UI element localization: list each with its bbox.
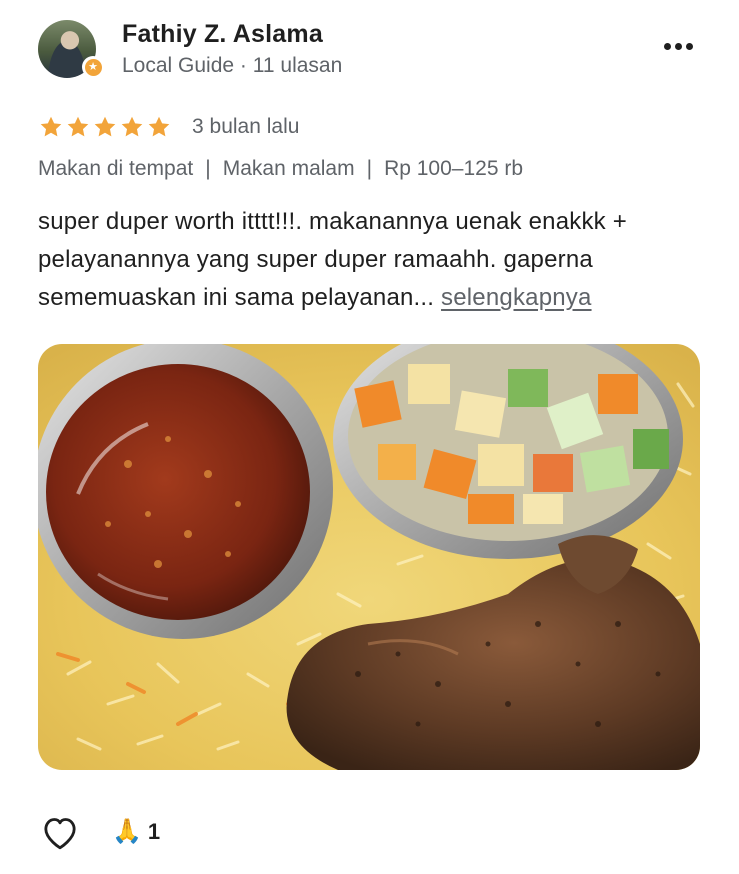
reviewer-meta: Local Guide · 11 ulasan bbox=[122, 54, 342, 78]
review-header: ★ Fathiy Z. Aslama Local Guide · 11 ulas… bbox=[38, 18, 698, 82]
tag-separator: | bbox=[205, 157, 211, 180]
star-icon bbox=[94, 116, 116, 137]
tag-meal-type: Makan malam bbox=[222, 157, 355, 180]
food-photo bbox=[38, 344, 700, 770]
local-guide-badge: ★ bbox=[82, 56, 104, 78]
tag-price-range: Rp 100–125 rb bbox=[384, 157, 524, 180]
rating-row: 3 bulan lalu bbox=[38, 112, 299, 142]
tag-dine-in: Makan di tempat bbox=[38, 157, 194, 180]
star-icon bbox=[67, 116, 89, 137]
review-text: super duper worth itttt!!!. makanannya u… bbox=[38, 203, 708, 317]
local-guide-star-icon: ★ bbox=[84, 58, 102, 76]
heart-outline-icon[interactable] bbox=[38, 810, 82, 854]
reviewer-role: Local Guide bbox=[122, 54, 235, 77]
reaction-count: 1 bbox=[147, 819, 161, 844]
reviewer-name[interactable]: Fathiy Z. Aslama bbox=[122, 20, 323, 49]
review-time: 3 bulan lalu bbox=[192, 115, 300, 138]
review-actions: 🙏 1 bbox=[38, 810, 160, 854]
tag-separator: | bbox=[366, 157, 373, 180]
reaction-summary[interactable]: 🙏 1 bbox=[112, 819, 160, 845]
star-icon bbox=[121, 116, 143, 137]
read-more-link[interactable]: selengkapnya bbox=[441, 284, 592, 311]
reviewer-review-count: 11 ulasan bbox=[252, 54, 343, 77]
star-rating bbox=[38, 114, 172, 140]
review-photo[interactable] bbox=[38, 344, 700, 770]
meta-separator: · bbox=[234, 54, 253, 77]
star-icon bbox=[40, 116, 62, 137]
star-icon bbox=[148, 116, 170, 137]
more-options-icon[interactable] bbox=[658, 32, 698, 60]
pray-emoji-icon: 🙏 bbox=[112, 818, 142, 845]
review-tags: Makan di tempat | Makan malam | Rp 100–1… bbox=[38, 157, 523, 181]
